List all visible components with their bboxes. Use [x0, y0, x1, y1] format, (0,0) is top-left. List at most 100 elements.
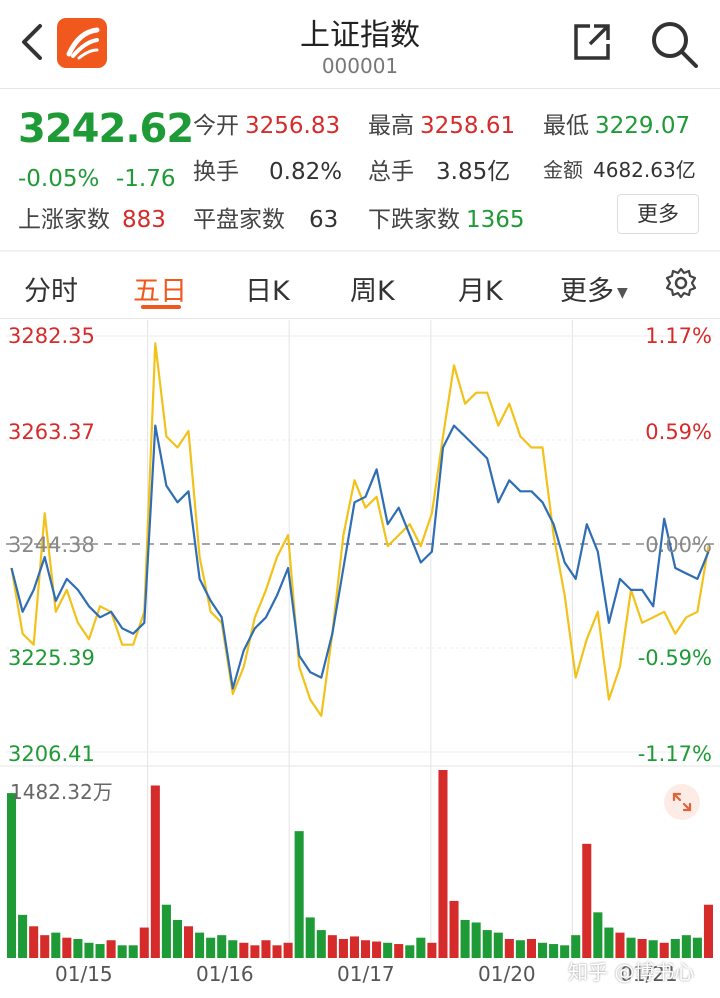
settings-gear-icon[interactable]	[664, 266, 698, 300]
volume-bar	[615, 932, 625, 958]
tab-more-label: 更多	[560, 276, 614, 307]
current-price: 3242.62	[18, 106, 194, 152]
volume-bar	[593, 912, 603, 958]
volume-bar	[471, 922, 481, 958]
volume-bar	[195, 932, 205, 958]
volume-bar	[228, 940, 238, 958]
open-cell: 今开 3256.83	[193, 106, 340, 140]
up-count-label: 上涨家数	[18, 207, 110, 233]
volume-bar	[261, 940, 271, 958]
volume-bar	[316, 930, 326, 958]
volume-max-label: 1482.32万	[10, 780, 113, 804]
high-label: 最高	[368, 113, 414, 139]
x-label-4: 01/20	[478, 962, 536, 986]
volume-bar	[549, 944, 559, 958]
volume-bar	[272, 945, 282, 958]
volume-bar	[515, 940, 525, 958]
volume-bar	[95, 944, 105, 958]
volume-bar	[73, 938, 83, 958]
index-price-line	[10, 424, 710, 690]
low-cell: 最低 3229.07	[543, 106, 690, 140]
volume-bar	[161, 904, 171, 958]
volume-bar	[394, 944, 404, 958]
volume-bar	[18, 914, 28, 958]
volume-bar	[128, 945, 138, 958]
x-label-2: 01/16	[196, 962, 254, 986]
volume-bar	[294, 831, 304, 958]
low-label: 最低	[543, 113, 589, 139]
volume-bar	[62, 937, 72, 958]
volume-bar	[372, 941, 382, 958]
amount-label: 金额	[543, 158, 583, 182]
tab-monthly-k[interactable]: 月K	[458, 269, 503, 308]
volume-bar	[139, 927, 149, 958]
amount-value: 4682.63亿	[593, 158, 696, 182]
period-tabs: 分时 五日 日K 周K 月K 更多 ▼	[0, 255, 720, 317]
watermark: 知乎 @博书心	[568, 960, 695, 984]
turnover-value: 0.82%	[269, 159, 343, 185]
volume-bar	[150, 785, 160, 958]
y-tick-left-5: 3206.41	[8, 742, 95, 766]
share-icon[interactable]	[568, 18, 616, 66]
volume-bar	[427, 942, 437, 958]
expand-icon[interactable]	[664, 784, 700, 820]
y-tick-left-3: 3244.38	[8, 533, 95, 557]
volume-bar	[283, 942, 293, 958]
volume-bar	[206, 937, 216, 958]
tab-daily-k[interactable]: 日K	[245, 269, 290, 308]
volume-bar	[106, 940, 116, 958]
volume-bar	[681, 935, 691, 958]
volume-bar	[172, 919, 182, 958]
volume-bar	[703, 904, 713, 958]
volume-cell: 总手 3.85亿	[368, 152, 510, 186]
volume-bar	[84, 942, 94, 958]
volume-bar	[538, 942, 548, 958]
y-tick-right-2: 0.59%	[645, 420, 712, 444]
tab-five-day[interactable]: 五日	[133, 269, 187, 308]
volume-bar	[327, 935, 337, 958]
volume-label: 总手	[368, 159, 414, 185]
y-tick-right-4: -0.59%	[637, 646, 712, 670]
high-cell: 最高 3258.61	[368, 106, 515, 140]
volume-bar	[338, 938, 348, 958]
flat-count-value: 63	[309, 207, 339, 233]
y-tick-right-5: -1.17%	[637, 742, 712, 766]
low-value: 3229.07	[595, 113, 691, 139]
more-button[interactable]: 更多	[617, 194, 699, 234]
five-day-chart[interactable]	[0, 320, 720, 996]
change-value: -1.76	[116, 166, 176, 192]
up-count-value: 883	[122, 207, 166, 233]
active-tab-indicator	[141, 305, 181, 309]
volume-bar	[526, 938, 536, 958]
volume-bar	[184, 926, 194, 958]
volume-bar	[582, 843, 592, 958]
search-icon[interactable]	[648, 18, 700, 70]
volume-bar	[117, 945, 127, 958]
volume-bar	[349, 936, 359, 958]
volume-value: 3.85亿	[436, 159, 511, 185]
volume-bar	[482, 930, 492, 958]
x-label-3: 01/17	[337, 962, 395, 986]
amount-cell: 金额 4682.63亿	[543, 154, 696, 183]
tab-more[interactable]: 更多 ▼	[560, 269, 628, 308]
volume-bar	[7, 793, 17, 958]
volume-bar	[239, 942, 249, 958]
volume-bar	[416, 937, 426, 958]
volume-bar	[604, 927, 614, 958]
change-percent: -0.05%	[18, 166, 100, 192]
volume-bar	[40, 935, 50, 958]
volume-bar	[692, 937, 702, 958]
tab-weekly-k[interactable]: 周K	[350, 269, 395, 308]
volume-bar	[438, 770, 448, 958]
volume-bar	[29, 926, 39, 958]
volume-bar	[460, 919, 470, 958]
x-label-1: 01/15	[55, 962, 113, 986]
header-divider	[0, 88, 720, 89]
tab-intraday[interactable]: 分时	[24, 269, 78, 308]
turnover-label: 换手	[193, 159, 239, 185]
volume-bar	[504, 938, 514, 958]
y-tick-left-4: 3225.39	[8, 646, 95, 670]
volume-bar	[361, 940, 371, 958]
high-value: 3258.61	[420, 113, 516, 139]
down-count-value: 1365	[466, 207, 525, 233]
